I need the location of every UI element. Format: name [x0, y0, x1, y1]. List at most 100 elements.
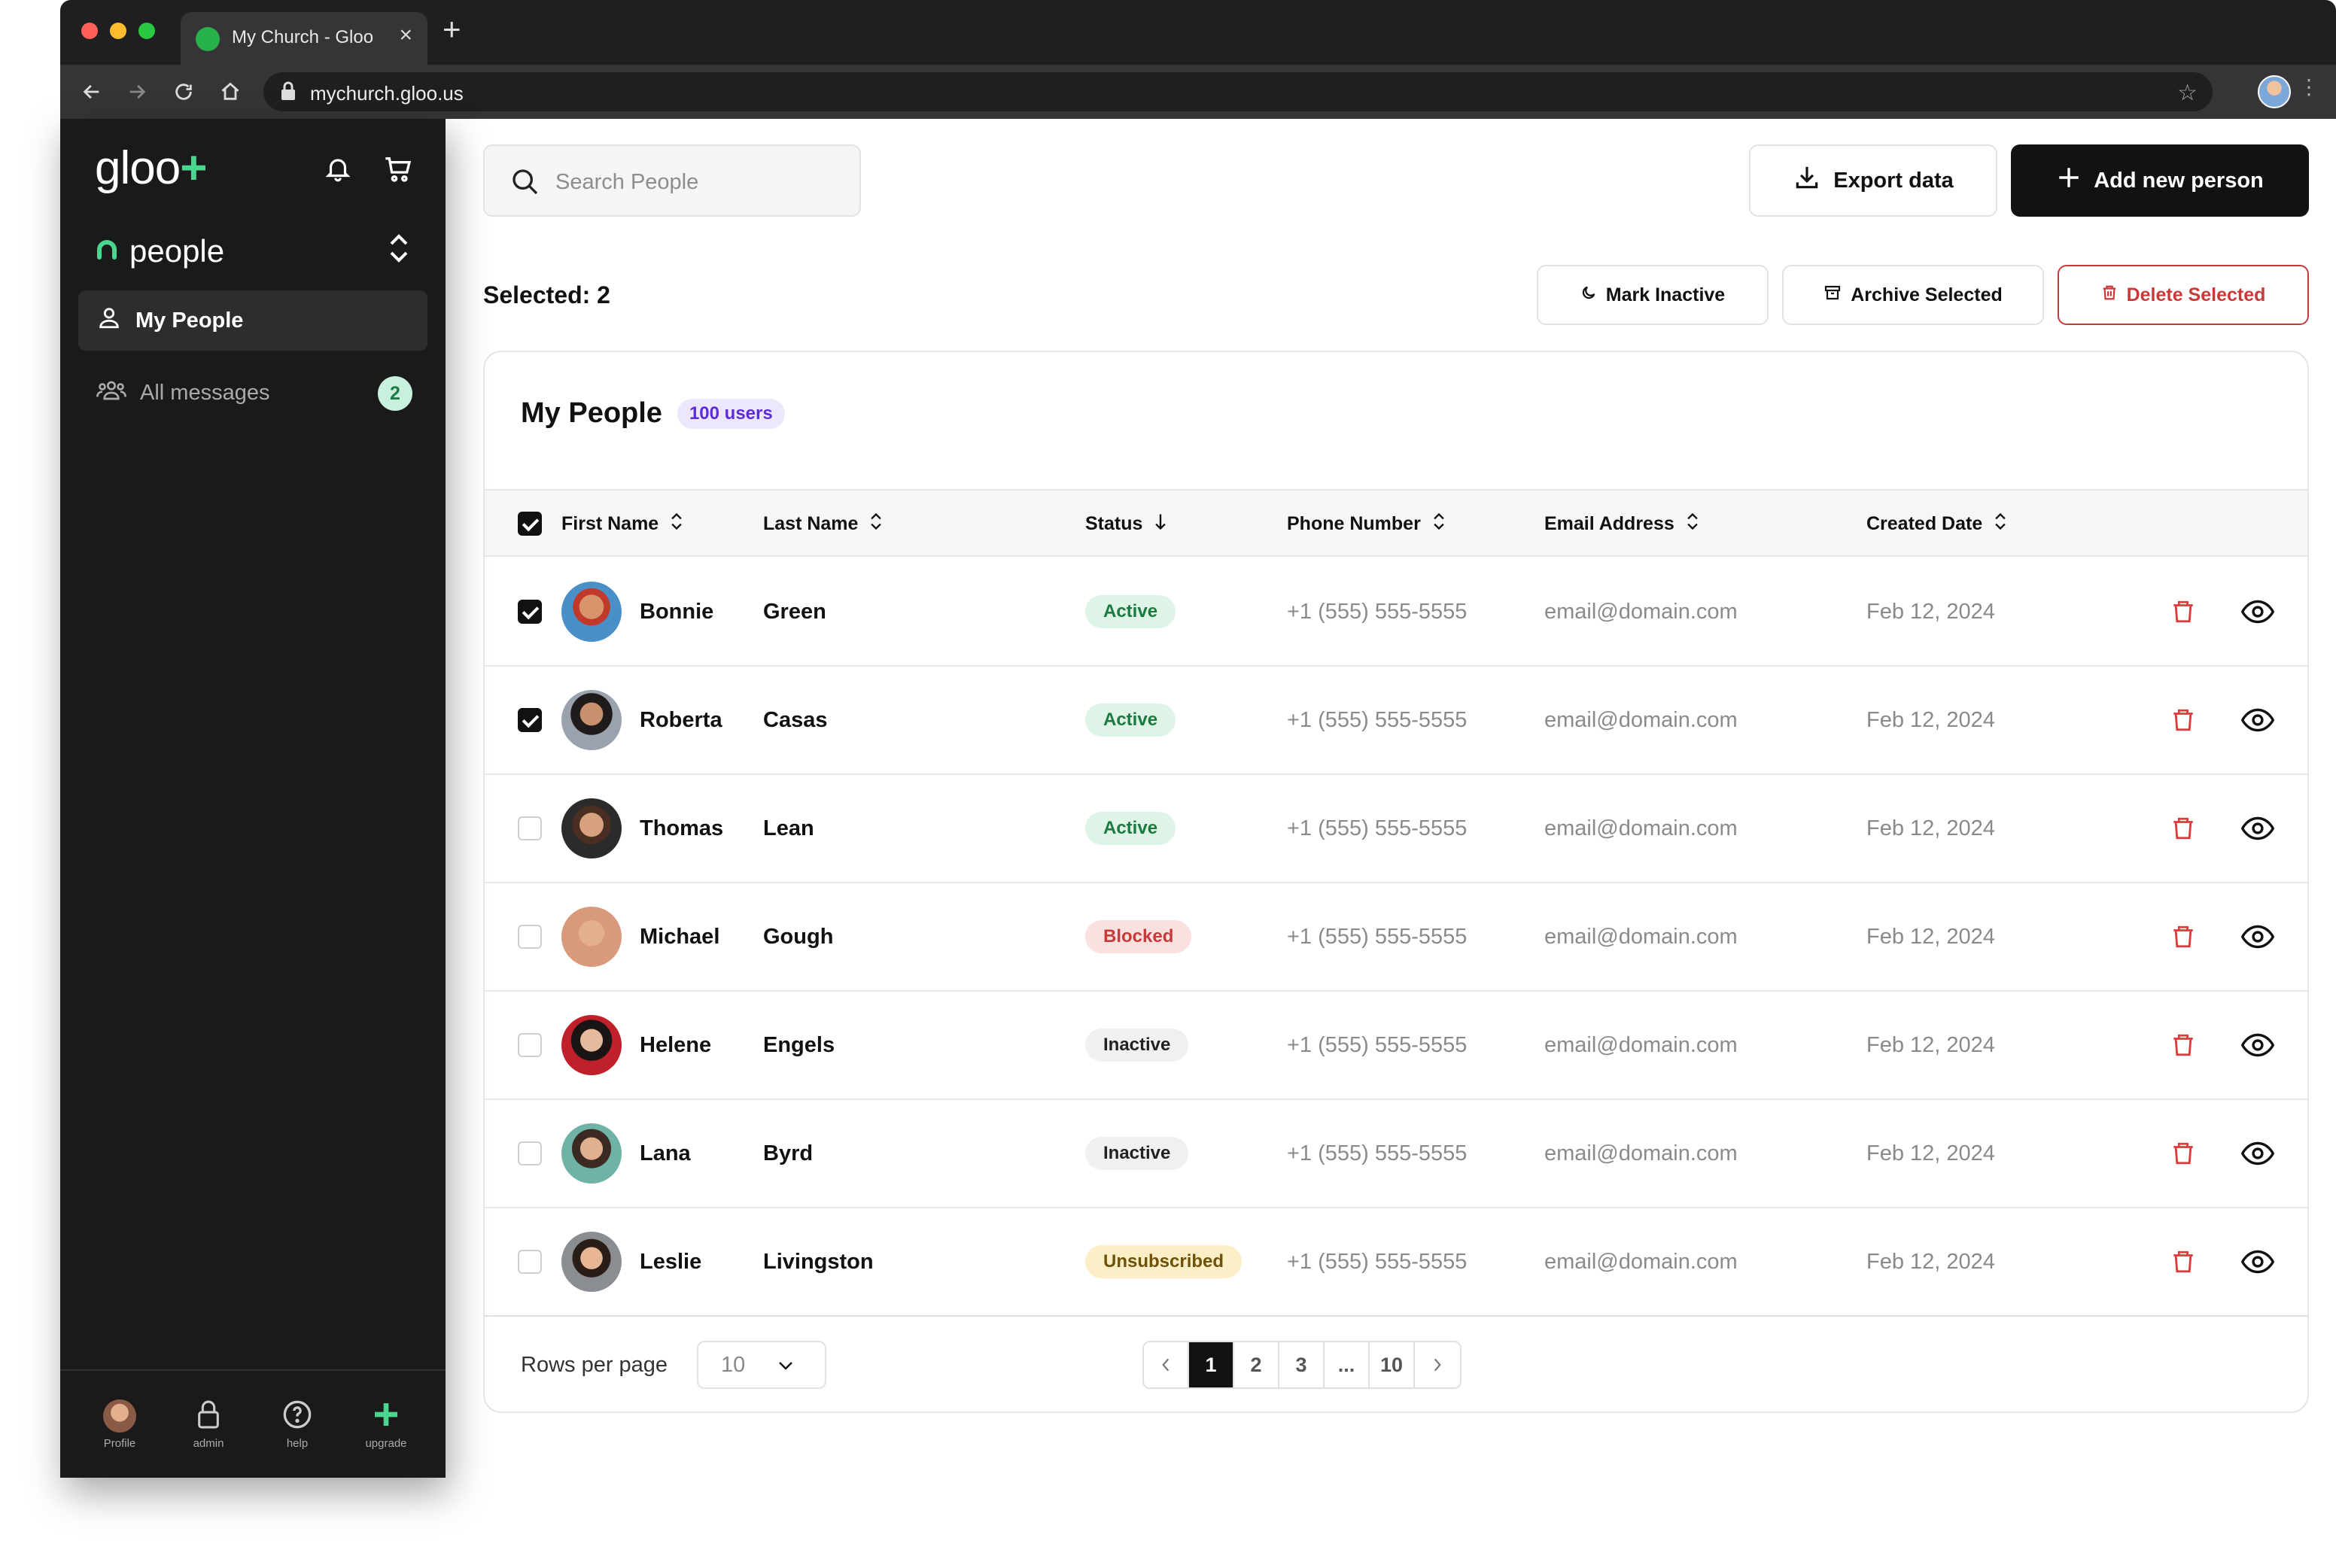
cart-icon[interactable]: [382, 153, 414, 187]
last-name: Engels: [763, 1032, 835, 1057]
bookmark-star-icon[interactable]: ☆: [2177, 80, 2198, 106]
delete-row-icon[interactable]: [2170, 1100, 2196, 1207]
delete-row-icon[interactable]: [2170, 883, 2196, 990]
export-data-button[interactable]: Export data: [1749, 144, 1997, 217]
row-checkbox[interactable]: [518, 600, 542, 624]
delete-row-icon[interactable]: [2170, 667, 2196, 773]
column-label: Email Address: [1544, 512, 1674, 534]
row-checkbox[interactable]: [518, 925, 542, 949]
status-badge: Active: [1085, 595, 1176, 628]
column-phone-number[interactable]: Phone Number: [1287, 491, 1446, 557]
row-checkbox[interactable]: [518, 1141, 542, 1165]
browser-menu-icon[interactable]: ⋮: [2298, 77, 2319, 98]
page-button[interactable]: 1: [1189, 1342, 1234, 1387]
column-email-address[interactable]: Email Address: [1544, 491, 1700, 557]
mark-inactive-button[interactable]: Mark Inactive: [1537, 265, 1769, 325]
avatar: [561, 1015, 622, 1075]
people-logo-icon: [95, 238, 119, 266]
table-row[interactable]: Lana Byrd Inactive +1 (555) 555-5555 ema…: [485, 1100, 2307, 1208]
maximize-window-button[interactable]: [138, 23, 155, 39]
delete-row-icon[interactable]: [2170, 992, 2196, 1099]
view-row-icon[interactable]: [2241, 992, 2274, 1099]
status-badge: Inactive: [1085, 1029, 1189, 1062]
close-tab-icon[interactable]: ×: [399, 23, 412, 48]
view-row-icon[interactable]: [2241, 558, 2274, 665]
table-row[interactable]: Michael Gough Blocked +1 (555) 555-5555 …: [485, 883, 2307, 992]
archive-selected-button[interactable]: Archive Selected: [1782, 265, 2044, 325]
delete-row-icon[interactable]: [2170, 775, 2196, 882]
email-address: email@domain.com: [1544, 707, 1738, 732]
bell-icon[interactable]: [324, 153, 352, 187]
phone-number: +1 (555) 555-5555: [1287, 1032, 1468, 1057]
browser-tab[interactable]: My Church - Gloo ×: [181, 12, 427, 65]
sidebar-item-all-messages[interactable]: All messages 2: [78, 363, 427, 423]
new-tab-icon[interactable]: +: [443, 14, 461, 45]
reload-icon[interactable]: [169, 77, 199, 107]
gloo-logo: gloo+: [95, 141, 207, 195]
row-checkbox[interactable]: [518, 1033, 542, 1057]
table-row[interactable]: Bonnie Green Active +1 (555) 555-5555 em…: [485, 558, 2307, 667]
delete-row-icon[interactable]: [2170, 1208, 2196, 1315]
view-row-icon[interactable]: [2241, 883, 2274, 990]
row-checkbox[interactable]: [518, 1250, 542, 1274]
url-bar[interactable]: mychurch.gloo.us ☆: [263, 72, 2213, 111]
column-last-name[interactable]: Last Name: [763, 491, 884, 557]
footer-label: upgrade: [365, 1436, 407, 1450]
browser-profile-avatar[interactable]: [2258, 75, 2291, 108]
footer-profile[interactable]: Profile: [78, 1371, 161, 1478]
column-label: Status: [1085, 512, 1143, 534]
column-first-name[interactable]: First Name: [561, 491, 684, 557]
forward-icon[interactable]: [122, 77, 152, 107]
view-row-icon[interactable]: [2241, 1100, 2274, 1207]
last-name: Livingston: [763, 1249, 874, 1274]
close-window-button[interactable]: [81, 23, 98, 39]
column-status[interactable]: Status: [1085, 491, 1168, 557]
table-row[interactable]: Roberta Casas Active +1 (555) 555-5555 e…: [485, 667, 2307, 775]
table-row[interactable]: Thomas Lean Active +1 (555) 555-5555 ema…: [485, 775, 2307, 883]
app-switcher-icon[interactable]: [387, 232, 411, 269]
sort-down-icon: [1153, 512, 1168, 536]
prev-page-button[interactable]: [1144, 1342, 1189, 1387]
created-date: Feb 12, 2024: [1866, 816, 1995, 840]
minimize-window-button[interactable]: [110, 23, 126, 39]
rows-per-page-select[interactable]: 10: [697, 1341, 826, 1389]
sidebar-item-my-people[interactable]: My People: [78, 290, 427, 351]
table-row[interactable]: Helene Engels Inactive +1 (555) 555-5555…: [485, 992, 2307, 1100]
delete-selected-button[interactable]: Delete Selected: [2058, 265, 2309, 325]
footer-label: help: [286, 1436, 309, 1450]
page-button[interactable]: 10: [1370, 1342, 1415, 1387]
view-row-icon[interactable]: [2241, 1208, 2274, 1315]
footer-upgrade[interactable]: upgrade: [345, 1371, 427, 1478]
select-all-checkbox[interactable]: [518, 512, 542, 536]
home-icon[interactable]: [215, 77, 245, 107]
add-new-person-button[interactable]: Add new person: [2011, 144, 2309, 217]
page-button[interactable]: 3: [1279, 1342, 1325, 1387]
card-title: My People: [521, 397, 662, 429]
app-name[interactable]: people: [95, 229, 224, 274]
column-created-date[interactable]: Created Date: [1866, 491, 2008, 557]
favicon-icon: [196, 27, 220, 51]
plus-icon: [2056, 165, 2082, 196]
row-checkbox[interactable]: [518, 816, 542, 840]
footer-admin[interactable]: admin: [167, 1371, 250, 1478]
back-icon[interactable]: [77, 77, 107, 107]
view-row-icon[interactable]: [2241, 775, 2274, 882]
next-page-button[interactable]: [1415, 1342, 1460, 1387]
avatar: [561, 582, 622, 642]
footer-help[interactable]: help: [256, 1371, 339, 1478]
browser-window: My Church - Gloo × + mychurch.gloo.us ☆ …: [60, 0, 2336, 1478]
delete-label: Delete Selected: [2126, 284, 2266, 305]
delete-row-icon[interactable]: [2170, 558, 2196, 665]
first-name: Michael: [640, 924, 720, 949]
url-text: mychurch.gloo.us: [310, 82, 464, 105]
phone-number: +1 (555) 555-5555: [1287, 1249, 1468, 1274]
view-row-icon[interactable]: [2241, 667, 2274, 773]
sort-icon: [868, 512, 884, 536]
search-box[interactable]: [483, 144, 861, 217]
search-input[interactable]: [555, 161, 841, 203]
card-header: My People 100 users: [521, 397, 785, 430]
row-checkbox[interactable]: [518, 708, 542, 732]
email-address: email@domain.com: [1544, 816, 1738, 840]
page-button[interactable]: 2: [1234, 1342, 1279, 1387]
table-row[interactable]: Leslie Livingston Unsubscribed +1 (555) …: [485, 1208, 2307, 1317]
